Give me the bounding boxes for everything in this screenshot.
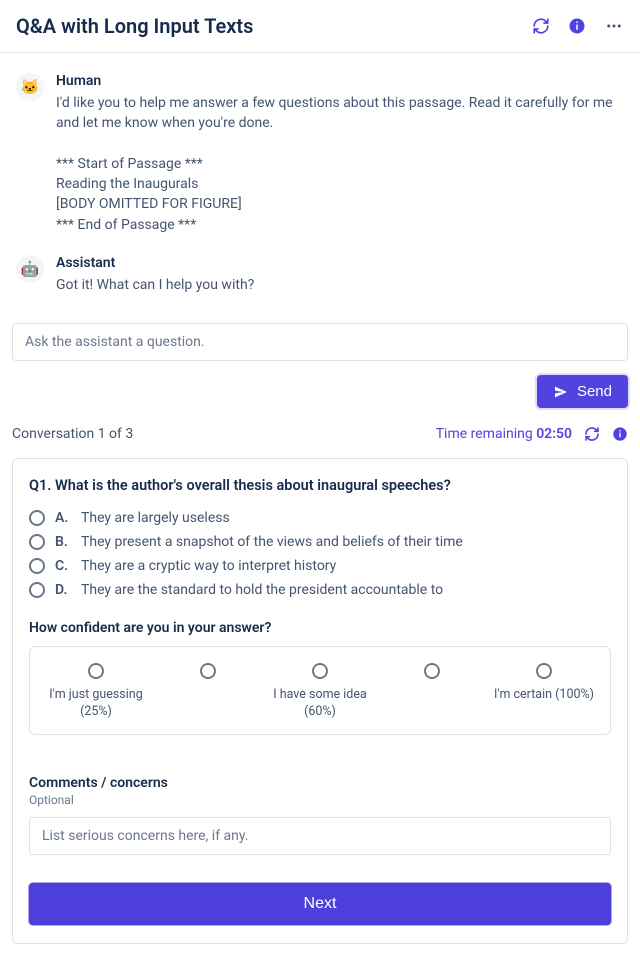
confidence-4[interactable]	[376, 663, 488, 720]
confidence-scale: I'm just guessing (25%) I have some idea…	[29, 646, 611, 735]
confidence-label: How confident are you in your answer?	[29, 620, 611, 636]
assistant-message: 🤖 Assistant Got it! What can I help you …	[16, 255, 624, 295]
send-icon	[553, 384, 569, 400]
assistant-name: Assistant	[56, 255, 624, 271]
confidence-2[interactable]	[152, 663, 264, 720]
confidence-3[interactable]: I have some idea (60%)	[264, 663, 376, 720]
radio-icon	[536, 663, 552, 679]
answer-options: A. They are largely useless B. They pres…	[29, 510, 611, 598]
option-a[interactable]: A. They are largely useless	[29, 510, 611, 526]
info-time-icon[interactable]	[612, 426, 628, 442]
next-button[interactable]: Next	[29, 883, 611, 925]
time-value: 02:50	[536, 426, 572, 442]
send-button[interactable]: Send	[537, 375, 628, 408]
meta-row: Conversation 1 of 3 Time remaining 02:50	[0, 426, 640, 458]
send-label: Send	[577, 383, 612, 400]
option-d[interactable]: D. They are the standard to hold the pre…	[29, 582, 611, 598]
confidence-text: I'm just guessing (25%)	[40, 687, 152, 720]
comments-input[interactable]	[29, 817, 611, 855]
human-avatar: 🐱	[16, 73, 44, 101]
header: Q&A with Long Input Texts	[0, 0, 640, 53]
page-title: Q&A with Long Input Texts	[16, 14, 253, 38]
conversation-count: Conversation 1 of 3	[12, 426, 133, 442]
confidence-text: I have some idea (60%)	[264, 687, 376, 720]
radio-icon	[424, 663, 440, 679]
time-remaining: Time remaining 02:50	[436, 426, 572, 442]
comments-optional: Optional	[29, 793, 611, 807]
assistant-text: Got it! What can I help you with?	[56, 275, 624, 295]
radio-icon	[88, 663, 104, 679]
confidence-text: I'm certain (100%)	[494, 687, 594, 717]
option-letter: C.	[55, 558, 71, 574]
question-text: Q1. What is the author's overall thesis …	[29, 477, 611, 494]
confidence-1[interactable]: I'm just guessing (25%)	[40, 663, 152, 720]
option-text: They are largely useless	[81, 510, 230, 526]
option-c[interactable]: C. They are a cryptic way to interpret h…	[29, 558, 611, 574]
assistant-avatar: 🤖	[16, 255, 44, 283]
radio-icon	[29, 582, 45, 598]
chat-area: 🐱 Human I'd like you to help me answer a…	[0, 53, 640, 323]
refresh-icon[interactable]	[532, 17, 550, 35]
option-letter: B.	[55, 534, 71, 550]
human-text: I'd like you to help me answer a few que…	[56, 93, 624, 235]
option-letter: A.	[55, 510, 71, 526]
header-actions	[532, 17, 624, 35]
radio-icon	[200, 663, 216, 679]
time-label: Time remaining	[436, 426, 533, 442]
option-text: They are a cryptic way to interpret hist…	[81, 558, 336, 574]
radio-icon	[29, 510, 45, 526]
human-name: Human	[56, 73, 624, 89]
radio-icon	[29, 534, 45, 550]
option-b[interactable]: B. They present a snapshot of the views …	[29, 534, 611, 550]
option-text: They are the standard to hold the presid…	[81, 582, 443, 598]
refresh-time-icon[interactable]	[584, 426, 600, 442]
info-icon[interactable]	[568, 17, 586, 35]
human-message: 🐱 Human I'd like you to help me answer a…	[16, 73, 624, 235]
more-icon[interactable]	[604, 17, 624, 35]
radio-icon	[312, 663, 328, 679]
question-panel: Q1. What is the author's overall thesis …	[12, 458, 628, 944]
radio-icon	[29, 558, 45, 574]
chat-input[interactable]	[12, 323, 628, 361]
comments-label: Comments / concerns	[29, 775, 611, 791]
confidence-5[interactable]: I'm certain (100%)	[488, 663, 600, 720]
option-text: They present a snapshot of the views and…	[81, 534, 463, 550]
option-letter: D.	[55, 582, 71, 598]
